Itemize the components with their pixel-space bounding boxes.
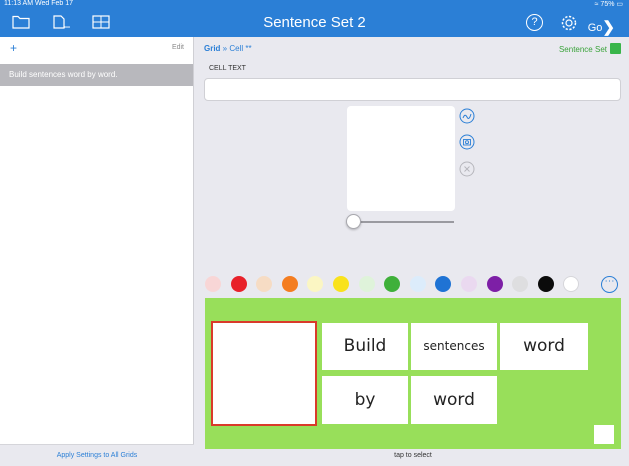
clear-image-icon[interactable]	[459, 161, 475, 177]
breadcrumb-current: Cell **	[229, 44, 252, 53]
more-colors-button[interactable]: ⋯	[601, 276, 618, 293]
color-swatch[interactable]	[281, 276, 298, 292]
go-label: Go	[587, 22, 603, 34]
status-battery: ≈ 75% ▭	[594, 1, 623, 8]
cell-image-well[interactable]	[347, 106, 455, 211]
draw-image-icon[interactable]	[459, 108, 475, 124]
grid-cell-build[interactable]: Build	[322, 323, 408, 370]
color-swatch[interactable]	[384, 276, 401, 292]
app-window: 11:13 AM Wed Feb 17 ≈ 75% ▭ Sentence Set…	[0, 0, 629, 466]
sidebar: + Edit Build sentences word by word. App…	[0, 37, 194, 466]
color-swatch[interactable]	[461, 276, 477, 292]
status-time: 11:13 AM Wed Feb 17	[4, 0, 74, 7]
color-swatch[interactable]	[307, 276, 324, 292]
help-icon[interactable]: ?	[526, 14, 543, 31]
grid-cell-sentences[interactable]: sentences	[411, 323, 497, 370]
cell-text-label: CELL TEXT	[209, 65, 246, 72]
go-button[interactable]: Go❯	[587, 17, 615, 36]
chevron-right-icon: ❯	[602, 19, 615, 36]
gear-icon[interactable]	[560, 14, 578, 32]
grid-cell-by[interactable]: by	[322, 376, 408, 424]
color-swatch[interactable]	[563, 276, 580, 292]
cell-text-input[interactable]	[204, 78, 621, 101]
color-swatch[interactable]	[486, 276, 503, 292]
edit-button[interactable]: Edit	[172, 44, 184, 51]
color-swatch[interactable]	[205, 276, 221, 292]
grid-cell-word-2[interactable]: word	[411, 376, 497, 424]
camera-image-icon[interactable]	[459, 134, 475, 150]
selected-empty-cell[interactable]	[211, 321, 317, 426]
sidebar-item-build-sentences[interactable]: Build sentences word by word.	[0, 64, 193, 86]
image-size-slider-knob[interactable]	[346, 214, 361, 229]
color-swatch[interactable]	[256, 276, 273, 292]
tap-to-select-hint: tap to select	[394, 452, 432, 459]
sidebar-header: + Edit	[0, 37, 193, 64]
battery-percent: 75%	[600, 1, 615, 8]
color-swatch[interactable]	[435, 276, 452, 292]
apply-settings-button[interactable]: Apply Settings to All Grids	[0, 444, 194, 466]
color-swatch[interactable]	[230, 276, 247, 292]
top-navigation-bar: 11:13 AM Wed Feb 17 ≈ 75% ▭ Sentence Set…	[0, 0, 629, 37]
breadcrumb: Grid » Cell **	[204, 44, 252, 53]
sentence-set-icon[interactable]	[610, 43, 621, 54]
sentence-set-link[interactable]: Sentence Set	[559, 45, 607, 54]
color-swatch[interactable]	[512, 276, 529, 292]
breadcrumb-grid-link[interactable]: Grid	[204, 44, 220, 53]
image-size-slider-track[interactable]	[352, 221, 454, 223]
add-button[interactable]: +	[10, 41, 17, 55]
grid-cell-word[interactable]: word	[500, 323, 588, 370]
color-swatch[interactable]	[537, 276, 554, 292]
grid-corner-cell[interactable]	[594, 425, 614, 444]
color-swatch[interactable]	[333, 276, 349, 292]
color-swatch[interactable]	[358, 276, 375, 292]
color-swatch[interactable]	[409, 276, 426, 292]
